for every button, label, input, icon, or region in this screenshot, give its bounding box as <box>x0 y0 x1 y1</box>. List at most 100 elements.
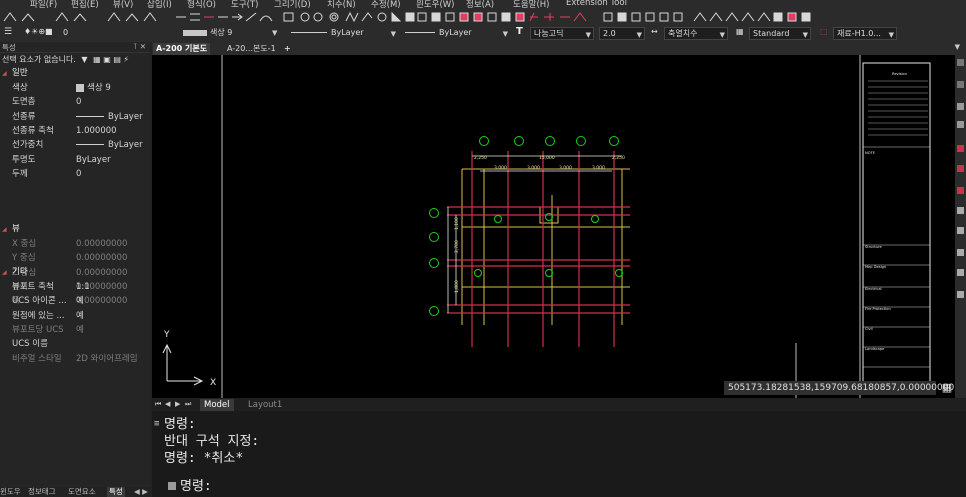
tool-icon[interactable] <box>957 187 964 194</box>
quick-select-icons[interactable]: ▦ ▣ ▤ ⚡ <box>93 55 129 64</box>
tab-scroll-icons[interactable]: ◀ ▶ <box>134 487 148 497</box>
menu-window[interactable]: 윈도우(W) <box>416 0 455 9</box>
category-view[interactable]: 뷰 <box>0 223 150 236</box>
property-row[interactable]: 선종류 축척 1.000000 <box>0 124 150 138</box>
grid-toggle-icon[interactable]: ▦ <box>940 381 954 395</box>
property-row[interactable]: 뷰포트당 UCS 예 <box>0 323 150 337</box>
property-value[interactable]: ByLayer <box>76 153 111 167</box>
property-row[interactable]: UCS 아이콘 ... 예 <box>0 294 150 308</box>
tool-icon[interactable] <box>957 269 964 276</box>
menu-edit[interactable]: 편집(E) <box>71 0 99 9</box>
tab-info-tag[interactable]: 정보태그 <box>28 487 56 497</box>
property-key: 선종류 <box>12 111 36 122</box>
command-input[interactable]: 명령: <box>152 479 966 497</box>
nav-next-icon[interactable]: ▶ <box>175 400 180 408</box>
title-block-label: Landscape <box>865 347 885 351</box>
nav-last-icon[interactable]: ⏭ <box>185 400 191 409</box>
tab-window[interactable]: 윈도우 <box>0 487 21 497</box>
menu-extension-tool[interactable]: Extension Tool <box>566 0 627 8</box>
menu-insert[interactable]: 삽입(I) <box>147 0 172 9</box>
tab-drawing-elements[interactable]: 도면요소 <box>68 487 96 497</box>
pin-close-icon[interactable]: ⊺ ✕ <box>133 42 146 51</box>
table-style-combo[interactable]: Standard ▼ <box>749 27 811 40</box>
property-row[interactable]: 뷰포트 축척 1:1 <box>0 280 150 294</box>
property-value[interactable]: 1.000000 <box>76 124 117 138</box>
tab-a200-basic-1[interactable]: A-20...본도-1 <box>224 43 279 55</box>
property-row[interactable]: 색상 색상 9 <box>0 81 150 95</box>
property-value[interactable]: 0 <box>76 95 81 109</box>
property-value[interactable]: ByLayer <box>76 138 143 152</box>
tool-icon[interactable] <box>957 59 964 66</box>
add-tab-button[interactable]: + <box>281 43 294 55</box>
tool-icon[interactable] <box>957 249 964 256</box>
nav-first-icon[interactable]: ⏮ <box>155 400 161 409</box>
property-value[interactable]: 0.00000000 <box>76 251 127 265</box>
menu-view[interactable]: 뷰(V) <box>113 0 133 9</box>
table-style-icon[interactable]: ▦ <box>736 27 744 36</box>
property-value[interactable]: 1:1 <box>76 280 90 294</box>
menu-draw[interactable]: 그리기(D) <box>274 0 311 9</box>
property-value[interactable]: 0 <box>76 167 81 181</box>
tool-icon[interactable] <box>957 81 964 88</box>
text-style-icon[interactable]: T <box>516 26 523 37</box>
property-value[interactable]: 예 <box>76 294 84 308</box>
dim-style-icon[interactable]: ↔ <box>651 27 658 36</box>
tab-properties[interactable]: 특성 <box>107 487 125 497</box>
tool-icon[interactable] <box>957 165 964 172</box>
property-value[interactable]: 0.00000000 <box>76 237 127 251</box>
property-value[interactable]: 예 <box>76 309 84 323</box>
property-value[interactable]: 2D 와이어프레임 <box>76 352 138 366</box>
tool-icon[interactable] <box>957 207 964 214</box>
menu-help[interactable]: 도움말(H) <box>513 0 549 9</box>
block-icon[interactable]: ⬚ <box>820 27 828 36</box>
category-misc[interactable]: 기타 <box>0 266 150 279</box>
tab-layout1[interactable]: Layout1 <box>244 399 286 411</box>
text-height-combo[interactable]: 2.0 ▼ <box>599 27 645 40</box>
lineweight-combo[interactable]: ByLayer ▼ <box>402 27 510 40</box>
tool-icon[interactable] <box>957 145 964 152</box>
text-font-combo[interactable]: 나눔고딕 ▼ <box>530 27 594 40</box>
property-row[interactable]: Y 중심 0.00000000 <box>0 251 150 265</box>
property-key: Y 중심 <box>12 253 36 264</box>
layer-state-icons[interactable]: ♦☀⊕■ <box>24 27 53 36</box>
menu-info[interactable]: 정보(A) <box>466 0 494 9</box>
property-value[interactable]: 예 <box>76 323 84 337</box>
property-row[interactable]: 선가중치 ByLayer <box>0 138 150 152</box>
property-key: UCS 이름 <box>12 339 48 350</box>
category-general[interactable]: 일반 <box>0 67 150 80</box>
menu-modify[interactable]: 수정(M) <box>371 0 401 9</box>
property-row[interactable]: X 중심 0.00000000 <box>0 237 150 251</box>
menu-file[interactable]: 파일(F) <box>30 0 57 9</box>
selection-dropdown-icon[interactable]: ▼ <box>81 55 87 64</box>
dim-style-combo[interactable]: 축열치수 ▼ <box>664 27 728 40</box>
block-combo[interactable]: 재료-H1.0... ▼ <box>833 27 897 40</box>
tool-icon[interactable] <box>957 103 964 110</box>
property-value[interactable]: ByLayer <box>76 110 143 124</box>
table-style-value: Standard <box>753 29 790 38</box>
tab-a200-basic[interactable]: A-200 기본도 <box>153 43 211 55</box>
property-row[interactable]: UCS 이름 <box>0 337 150 351</box>
tool-icon[interactable] <box>957 121 964 128</box>
property-row[interactable]: 두께 0 <box>0 167 150 181</box>
command-menu-icon[interactable]: ≡ <box>154 419 159 429</box>
property-row[interactable]: 도면층 0 <box>0 95 150 109</box>
color-combo[interactable]: 색상 9 <box>180 27 278 40</box>
tab-model[interactable]: Model <box>200 399 234 411</box>
linetype-combo[interactable]: ByLayer ▼ <box>288 27 398 40</box>
layer-manager-icon[interactable]: ☰ <box>4 27 12 37</box>
tool-icon[interactable] <box>957 291 964 298</box>
drawing-canvas[interactable]: 2,250 15,000 2,250 3,000 3,000 3,000 3,0… <box>152 55 955 398</box>
tool-icon[interactable] <box>957 227 964 234</box>
selection-row[interactable]: 선택 요소가 없습니다. ▼ ▦ ▣ ▤ ⚡ <box>0 53 150 66</box>
command-history: ≡ 명령: 반대 구석 지정: 명령: *취소* <box>152 411 966 479</box>
property-value[interactable]: 색상 9 <box>76 81 111 95</box>
menu-tools[interactable]: 도구(T) <box>231 0 258 9</box>
property-row[interactable]: 선종류 ByLayer <box>0 110 150 124</box>
property-row[interactable]: 비주얼 스타일 2D 와이어프레임 <box>0 352 150 366</box>
nav-prev-icon[interactable]: ◀ <box>165 400 170 408</box>
menu-dimension[interactable]: 치수(N) <box>327 0 356 9</box>
property-row[interactable]: 원점에 있는 ... 예 <box>0 309 150 323</box>
property-row[interactable]: 투명도 ByLayer <box>0 153 150 167</box>
tabs-overflow-icon[interactable]: ▼ <box>955 43 960 51</box>
menu-format[interactable]: 형식(O) <box>187 0 216 9</box>
